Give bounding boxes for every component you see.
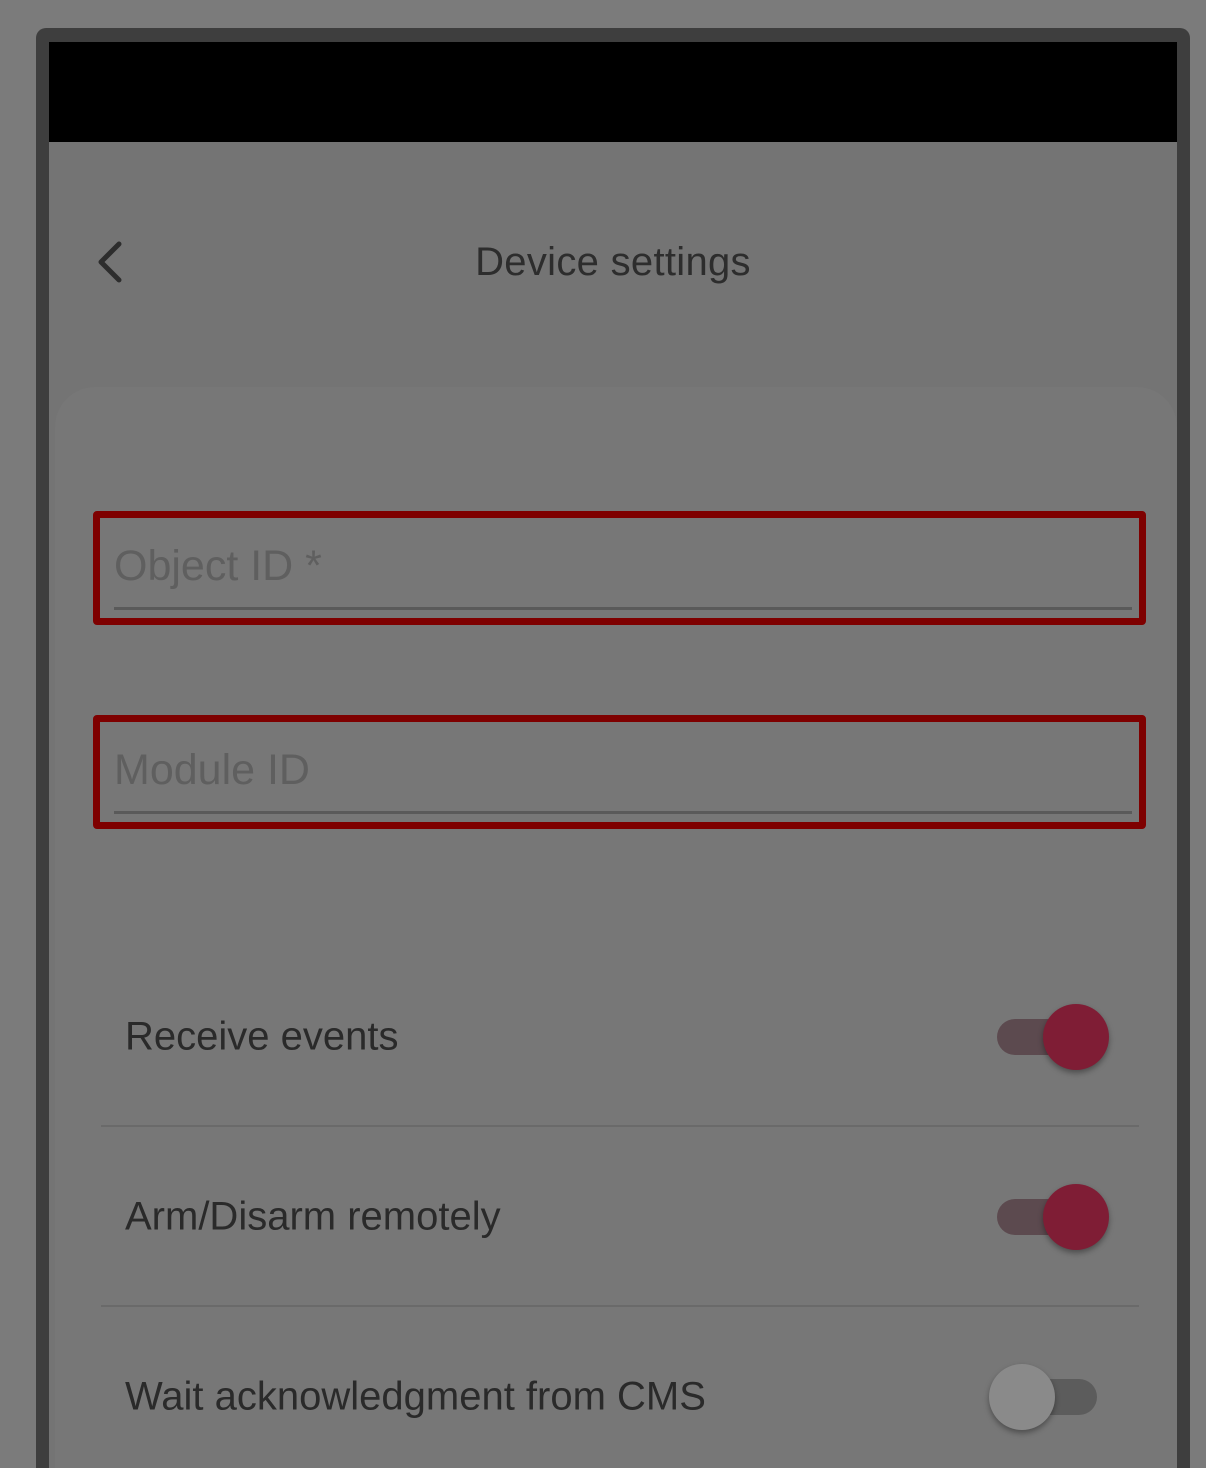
- app-screen: Device settings Receive events Arm/Disar…: [49, 42, 1177, 1468]
- settings-card: Receive events Arm/Disarm remotely Wait …: [55, 387, 1177, 1468]
- page-title: Device settings: [475, 240, 751, 284]
- toggle-knob: [989, 1364, 1055, 1430]
- arm-disarm-toggle[interactable]: [989, 1182, 1109, 1252]
- setting-label: Receive events: [125, 1014, 399, 1059]
- toggle-knob: [1043, 1004, 1109, 1070]
- setting-row-arm-disarm: Arm/Disarm remotely: [101, 1127, 1139, 1307]
- setting-row-wait-acknowledgment: Wait acknowledgment from CMS: [101, 1307, 1139, 1468]
- setting-label: Wait acknowledgment from CMS: [125, 1374, 706, 1419]
- app-header: Device settings: [49, 142, 1177, 387]
- receive-events-toggle[interactable]: [989, 1002, 1109, 1072]
- wait-acknowledgment-toggle[interactable]: [989, 1362, 1109, 1432]
- toggle-knob: [1043, 1184, 1109, 1250]
- status-bar: [49, 42, 1177, 142]
- module-id-field-highlight: [93, 715, 1146, 829]
- object-id-field-highlight: [93, 511, 1146, 625]
- phone-frame: Device settings Receive events Arm/Disar…: [36, 28, 1190, 1468]
- module-id-input[interactable]: [114, 730, 1132, 814]
- object-id-input[interactable]: [114, 526, 1132, 610]
- setting-label: Arm/Disarm remotely: [125, 1194, 501, 1239]
- setting-row-receive-events: Receive events: [101, 947, 1139, 1127]
